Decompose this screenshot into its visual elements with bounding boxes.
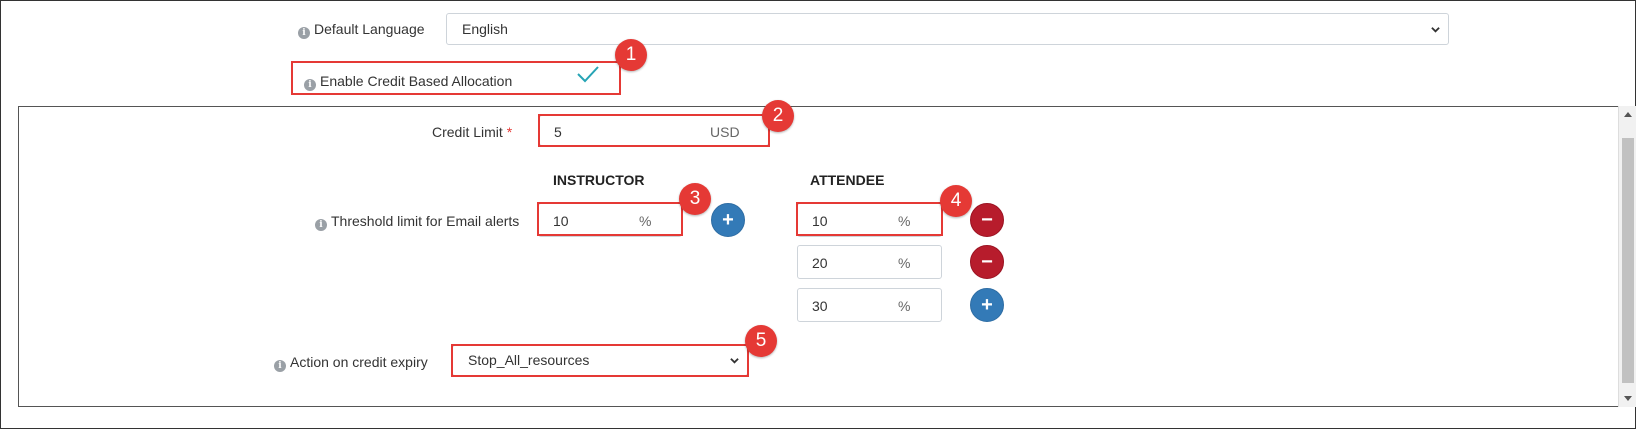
scroll-up-arrow-icon[interactable] — [1624, 112, 1632, 117]
instructor-header: INSTRUCTOR — [553, 172, 645, 188]
attendee-threshold-value: 30 — [812, 298, 828, 314]
callout-badge-4: 4 — [940, 185, 972, 217]
highlight-box-1 — [291, 61, 621, 95]
highlight-box-2 — [538, 114, 770, 147]
default-language-select[interactable]: English — [446, 13, 1449, 45]
info-icon: i — [298, 27, 310, 39]
highlight-box-4 — [796, 202, 943, 236]
panel-scrollbar[interactable] — [1618, 106, 1636, 407]
info-icon: i — [274, 360, 286, 372]
remove-attendee-threshold-button[interactable]: − — [970, 203, 1004, 237]
add-attendee-threshold-button[interactable]: + — [970, 288, 1004, 322]
attendee-threshold-value: 20 — [812, 255, 828, 271]
highlight-box-5 — [451, 344, 749, 377]
credit-expiry-label: i Action on credit expiry — [274, 354, 428, 372]
scrollbar-thumb[interactable] — [1622, 138, 1634, 383]
default-language-value: English — [462, 21, 508, 37]
callout-badge-3: 3 — [679, 183, 711, 215]
credit-limit-label: Credit Limit * — [432, 124, 513, 140]
percent-unit: % — [898, 255, 911, 271]
highlight-box-3 — [537, 202, 683, 236]
callout-badge-1: 1 — [615, 39, 647, 71]
attendee-threshold-input-2[interactable]: 20 % — [797, 245, 942, 279]
callout-badge-2: 2 — [762, 100, 794, 132]
chevron-down-icon — [1431, 27, 1440, 33]
attendee-threshold-input-3[interactable]: 30 % — [797, 288, 942, 322]
threshold-label: i Threshold limit for Email alerts — [315, 213, 519, 231]
default-language-label: i Default Language — [298, 21, 425, 39]
percent-unit: % — [898, 298, 911, 314]
callout-badge-5: 5 — [745, 325, 777, 357]
attendee-header: ATTENDEE — [810, 172, 885, 188]
required-mark: * — [506, 124, 513, 140]
scroll-down-arrow-icon[interactable] — [1624, 396, 1632, 401]
add-instructor-threshold-button[interactable]: + — [711, 203, 745, 237]
info-icon: i — [315, 219, 327, 231]
remove-attendee-threshold-button[interactable]: − — [970, 245, 1004, 279]
